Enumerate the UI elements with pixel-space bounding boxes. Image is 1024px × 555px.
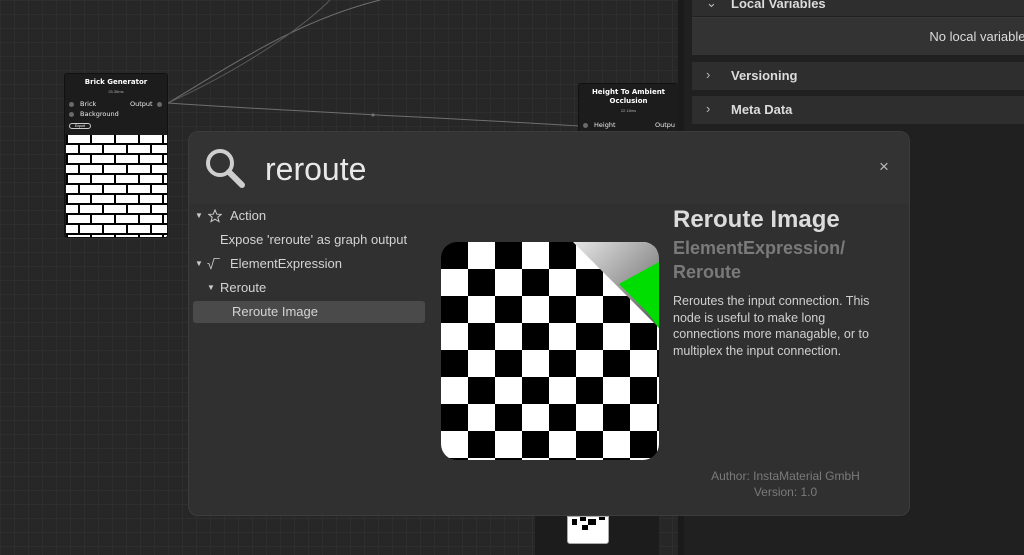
tree-item-reroute-image[interactable]: Reroute Image (193, 301, 425, 323)
node-timing: 25.36ms (108, 89, 124, 94)
meta-data-header[interactable]: › Meta Data (692, 96, 1024, 124)
search-icon (206, 149, 245, 188)
chevron-right-icon: › (706, 101, 711, 116)
detail-author: Author: InstaMaterial GmbH Version: 1.0 (673, 468, 898, 500)
output-label: Outpu (655, 121, 676, 129)
empty-state-text: No local variables (929, 29, 1024, 44)
input-label-background: Background (80, 110, 119, 118)
input-port-height[interactable] (583, 123, 588, 128)
section-title: Local Variables (731, 0, 826, 11)
chevron-down-icon: ⌄ (706, 0, 717, 10)
detail-category-path: ElementExpression/ Reroute (673, 238, 846, 282)
tree-item-expose-output[interactable]: Expose 'reroute' as graph output (193, 229, 425, 251)
search-bar: × (189, 132, 909, 204)
close-icon[interactable]: × (879, 157, 889, 177)
input-port-brick[interactable] (69, 102, 74, 107)
checkerboard-image-icon (441, 242, 659, 460)
output-port[interactable] (157, 102, 162, 107)
node-title: Height To Ambient Occlusion (591, 88, 666, 105)
sqrt-icon: √‾ (207, 256, 220, 272)
version-text: Version: 1.0 (753, 485, 818, 499)
expand-triangle-icon[interactable]: ▼ (195, 253, 203, 275)
node-title: Brick Generator (84, 78, 148, 86)
reroute-point (371, 113, 375, 117)
versioning-header[interactable]: › Versioning (692, 62, 1024, 90)
node-preview-image (567, 516, 609, 544)
partial-node[interactable] (535, 512, 659, 555)
tree-category-reroute[interactable]: ▼ Reroute (193, 277, 425, 299)
author-text: Author: InstaMaterial GmbH (711, 469, 860, 483)
tree-label: Reroute (220, 280, 267, 295)
star-icon (208, 209, 222, 223)
local-variables-header[interactable]: ⌄ Local Variables (692, 0, 1024, 16)
node-timing: 22.18ms (620, 108, 637, 113)
height-to-ao-node[interactable]: Height To Ambient Occlusion 22.18ms Heig… (578, 83, 678, 133)
connection-wire (167, 0, 331, 104)
tree-label: ElementExpression (230, 256, 342, 271)
node-search-popup: × ▼ Action Expose 'reroute' as graph out… (188, 131, 910, 516)
tree-label: Action (230, 208, 267, 223)
tree-label: Expose 'reroute' as graph output (220, 232, 408, 247)
section-title: Versioning (731, 68, 798, 83)
chevron-right-icon: › (706, 67, 711, 82)
expand-triangle-icon[interactable]: ▼ (207, 277, 215, 299)
brick-generator-node[interactable]: Brick Generator 25.36ms Brick Background… (64, 73, 168, 238)
input-label-height: Height (594, 121, 616, 129)
search-input[interactable] (265, 147, 825, 191)
local-variables-body: No local variables (692, 17, 1024, 55)
expand-triangle-icon[interactable]: ▼ (195, 205, 203, 227)
detail-title: Reroute Image (673, 206, 840, 233)
tree-category-elementexpression[interactable]: ▼ √‾ ElementExpression (193, 253, 425, 275)
brick-preview-image (66, 135, 167, 237)
detail-description: Reroutes the input connection. This node… (673, 294, 870, 358)
tree-category-action[interactable]: ▼ Action (193, 205, 425, 227)
output-label: Output (130, 100, 153, 108)
export-button[interactable]: Export (69, 123, 91, 129)
section-title: Meta Data (731, 102, 793, 117)
tree-label: Reroute Image (232, 304, 318, 319)
input-label-brick: Brick (80, 100, 97, 108)
input-port-background[interactable] (69, 112, 74, 117)
